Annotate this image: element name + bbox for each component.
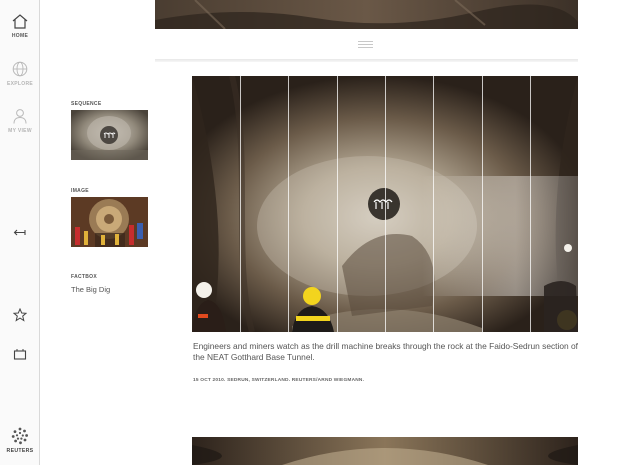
star-icon [13,308,27,322]
section-divider [155,59,578,62]
sequence-thumbnail-image [71,110,148,160]
tray-icon [13,349,27,360]
related-sidebar: SEQUENCE IMAGE FACTBOX The Big Dig [71,0,151,465]
slice-divider [288,76,289,332]
nav-myview-label: MY VIEW [8,128,32,134]
share-button[interactable] [0,348,40,360]
drawer-handle[interactable] [358,41,373,49]
slice-divider [240,76,241,332]
nav-explore-label: EXPLORE [7,81,33,87]
slice-divider [433,76,434,332]
back-arrow-icon [13,229,26,236]
next-story-image[interactable] [192,437,578,465]
factbox-heading: FACTBOX [71,274,97,280]
reuters-logo-label: REUTERS [6,448,34,454]
factbox-link[interactable]: The Big Dig [71,285,110,294]
reuters-logo: REUTERS [0,427,40,454]
sequence-heading: SEQUENCE [71,101,102,107]
image-heading: IMAGE [71,188,89,194]
nav-home[interactable]: HOME [0,13,40,39]
nav-rail: HOME EXPLORE MY VIEW REUTERS [0,0,40,465]
slice-divider [482,76,483,332]
sequence-thumbnail[interactable] [71,110,148,160]
previous-story-image[interactable] [155,0,578,29]
nav-myview[interactable]: MY VIEW [0,108,40,134]
image-thumbnail[interactable] [71,197,148,247]
person-icon [13,109,27,124]
globe-icon [12,61,28,77]
slice-divider [385,76,386,332]
sequence-photo[interactable] [192,76,578,332]
reuters-dots-logo [11,427,28,445]
back-button[interactable] [0,227,40,239]
nav-home-label: HOME [11,33,29,39]
home-icon [12,14,28,29]
slice-divider [530,76,531,332]
image-thumbnail-image [71,197,148,247]
photo-credit: 15 OCT 2010. SEDRUN, SWITZERLAND. REUTER… [193,378,365,383]
slice-divider [337,76,338,332]
photo-caption: Engineers and miners watch as the drill … [193,341,578,362]
favorite-button[interactable] [0,308,40,322]
sequence-play-icon[interactable] [368,188,400,220]
nav-explore[interactable]: EXPLORE [0,61,40,87]
